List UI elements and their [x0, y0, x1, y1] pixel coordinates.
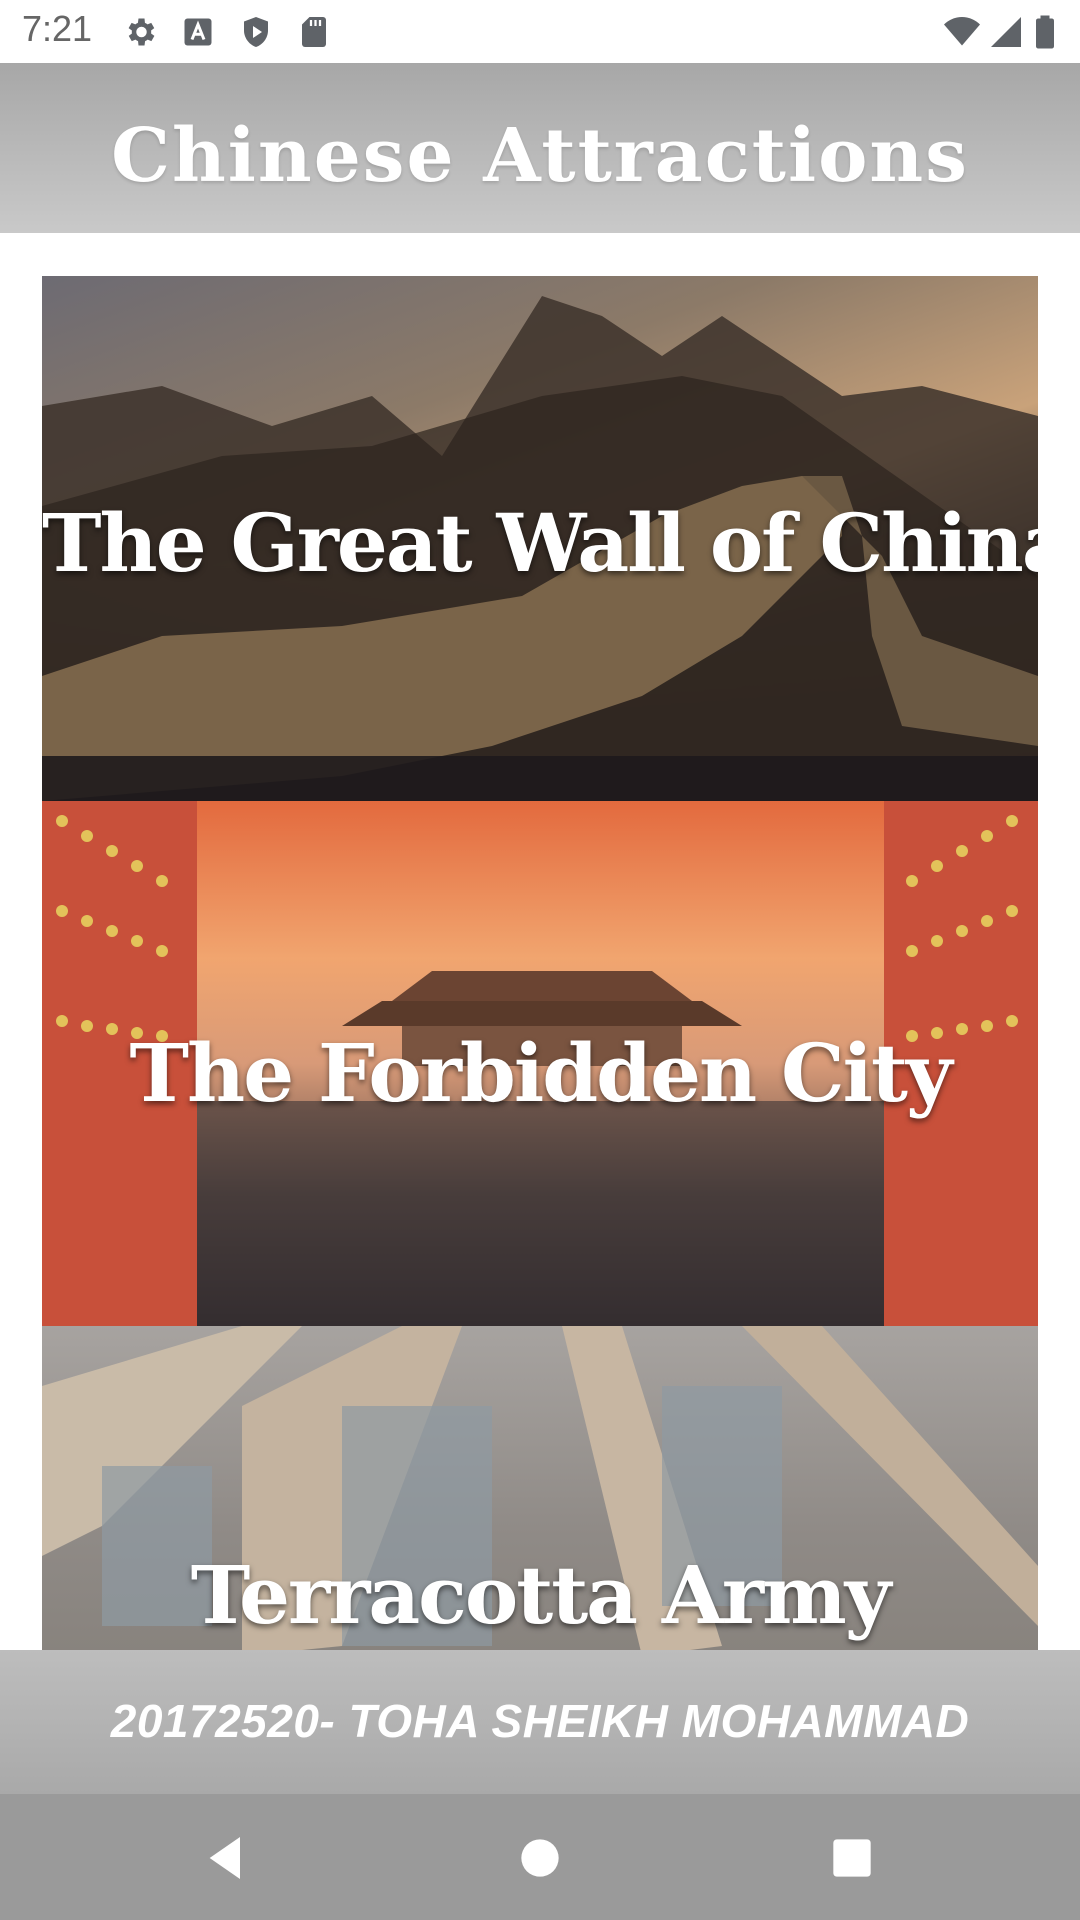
- attraction-label: The Forbidden City: [129, 1026, 953, 1120]
- attraction-label: Terracotta Army: [190, 1548, 891, 1642]
- attraction-card-forbidden-city[interactable]: The Forbidden City: [42, 801, 1038, 1326]
- attraction-card-terracotta-army[interactable]: Terracotta Army: [42, 1326, 1038, 1650]
- gear-icon: [122, 14, 158, 50]
- a-icon: [180, 14, 216, 50]
- sd-card-icon: [296, 14, 332, 50]
- footer: 20172520- TOHA SHEIKH MOHAMMAD: [0, 1650, 1080, 1794]
- home-icon[interactable]: [512, 1830, 568, 1886]
- signal-icon: [988, 14, 1024, 50]
- wifi-icon: [944, 14, 980, 50]
- shield-play-icon: [238, 14, 274, 50]
- battery-icon: [1034, 14, 1056, 50]
- status-bar: 7:21: [0, 0, 1080, 63]
- back-icon[interactable]: [198, 1830, 254, 1886]
- attractions-list[interactable]: The Great Wall of China The Forbidden Ci…: [42, 276, 1038, 1650]
- app-title: Chinese Attractions: [111, 113, 969, 199]
- app-bar: Chinese Attractions: [0, 63, 1080, 233]
- navigation-bar: [0, 1794, 1080, 1920]
- recents-icon[interactable]: [824, 1830, 880, 1886]
- status-time: 7:21: [22, 8, 93, 49]
- footer-text: 20172520- TOHA SHEIKH MOHAMMAD: [110, 1695, 970, 1747]
- attraction-card-great-wall[interactable]: The Great Wall of China: [42, 276, 1038, 801]
- attraction-label: The Great Wall of China: [42, 496, 1038, 590]
